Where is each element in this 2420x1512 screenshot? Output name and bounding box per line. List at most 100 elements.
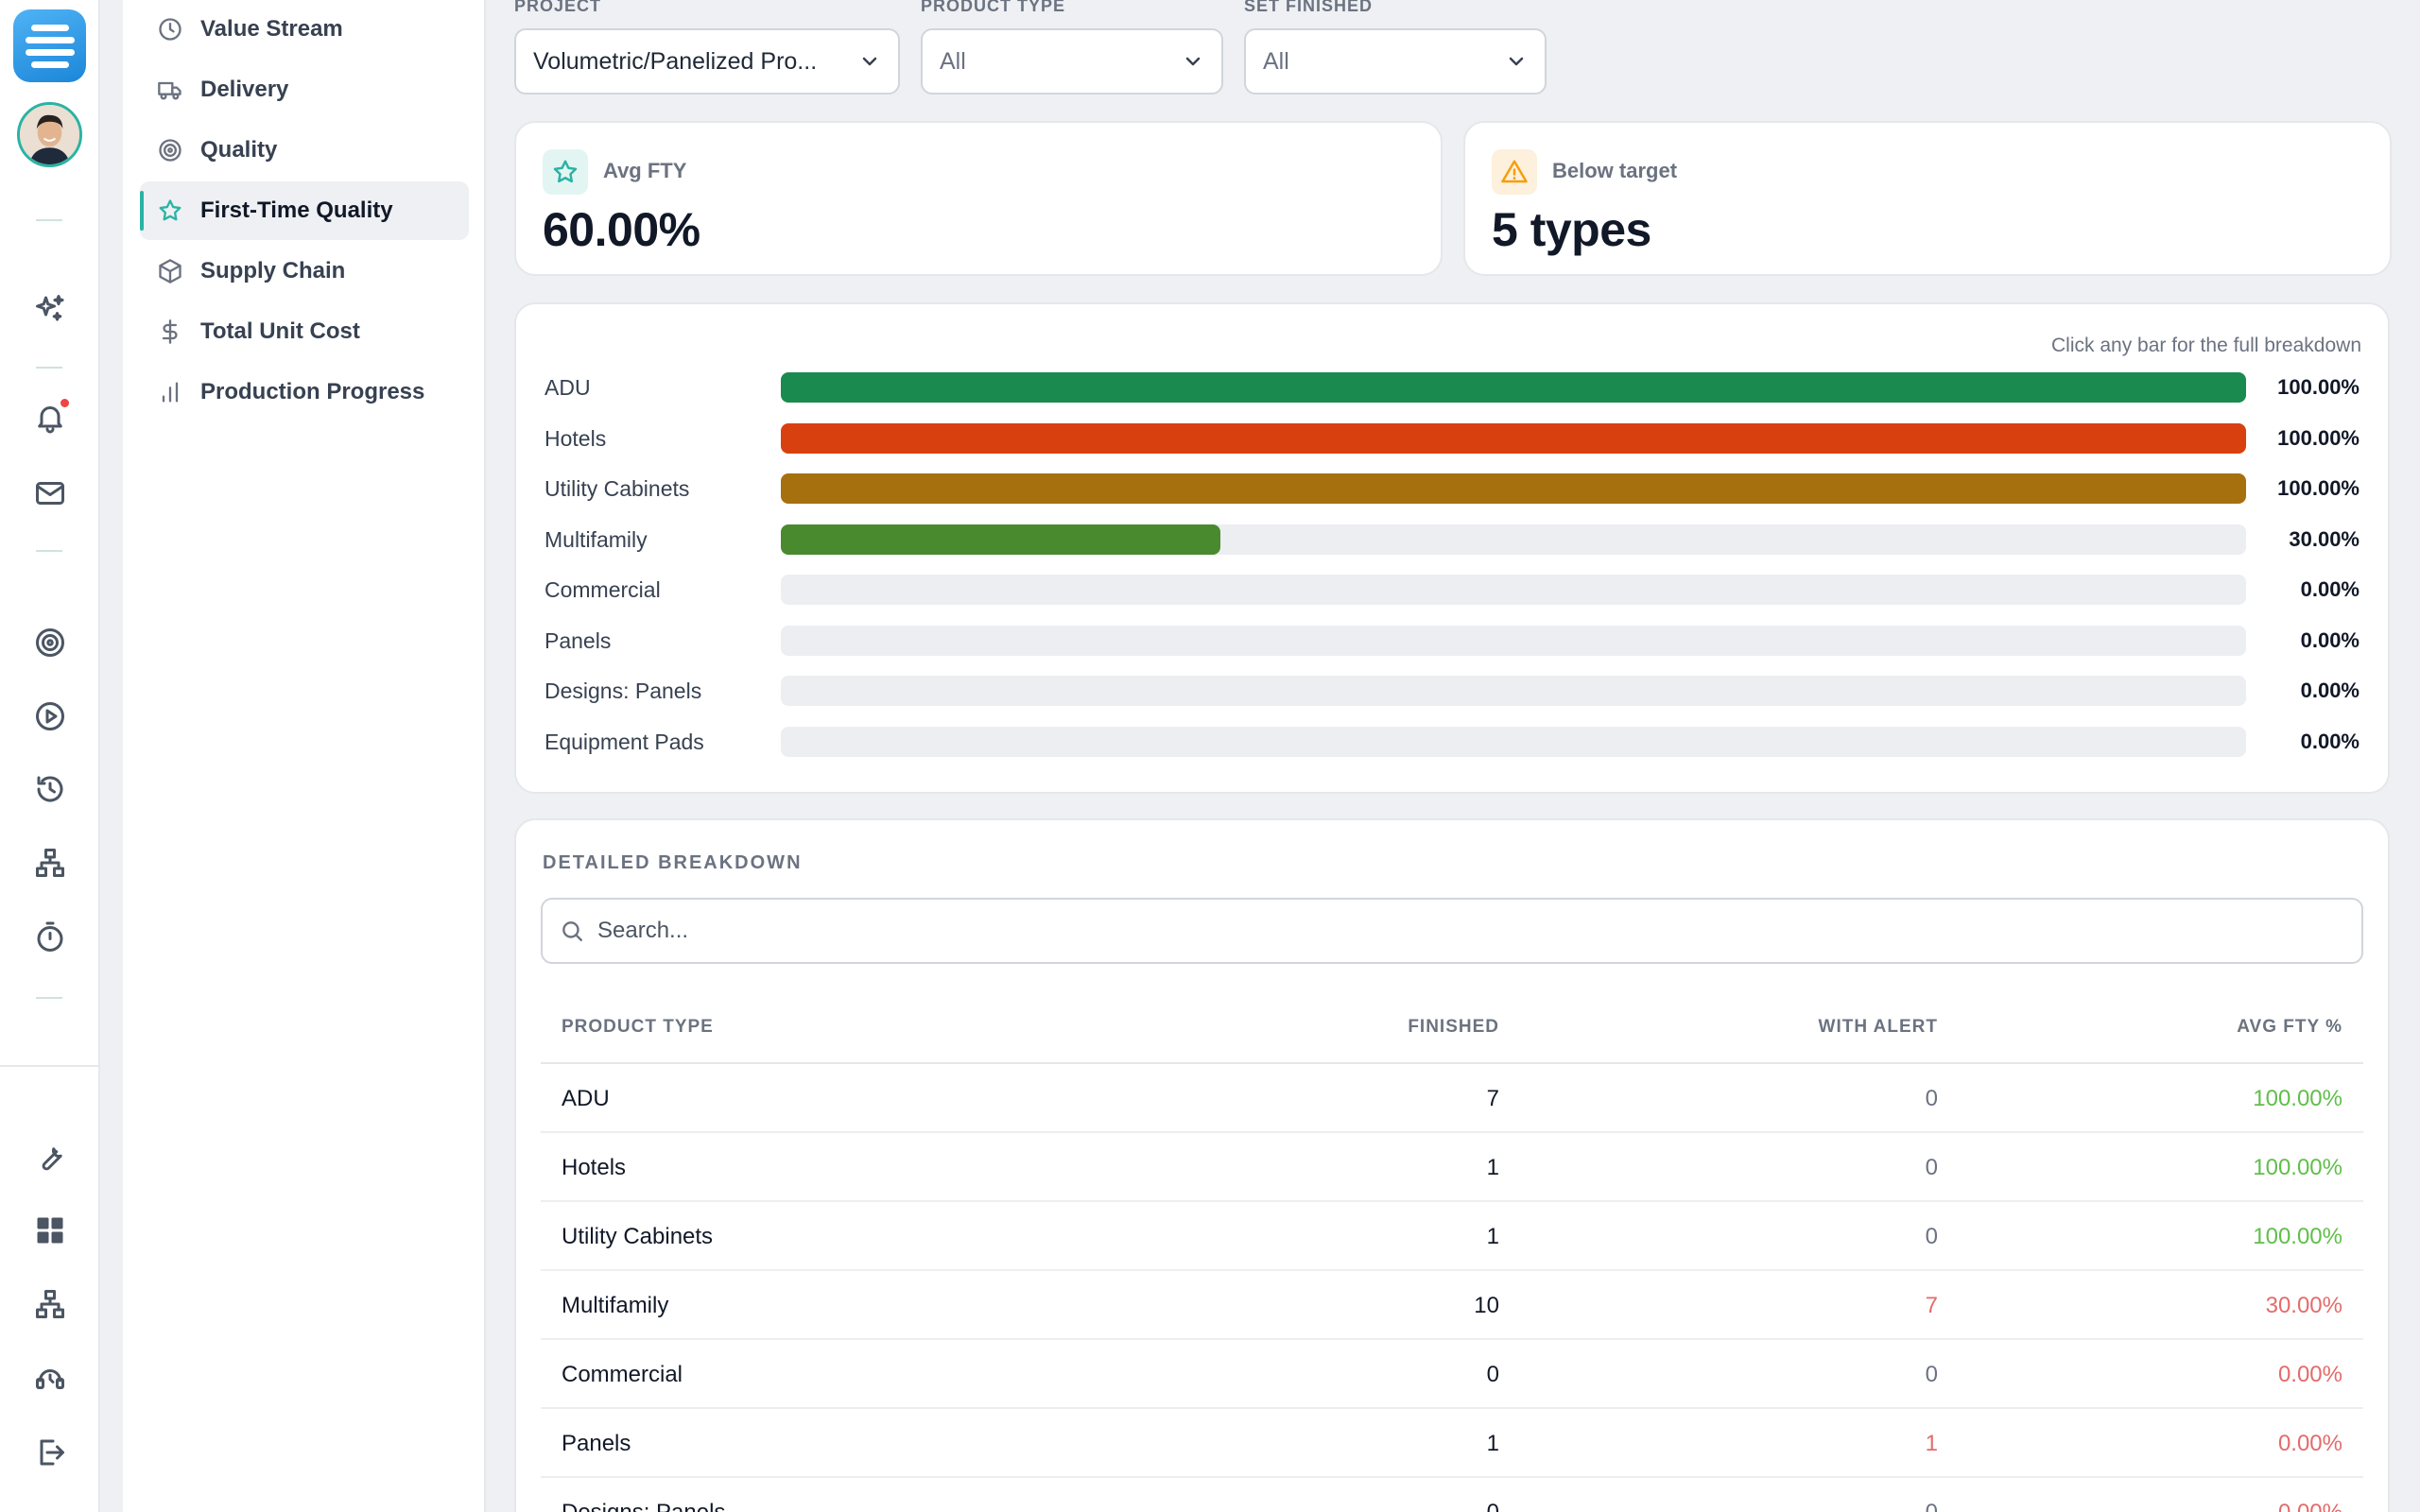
hierarchy-icon[interactable] bbox=[27, 840, 73, 885]
table-row[interactable]: Hotels 1 0 100.00% bbox=[541, 1133, 2363, 1202]
cell-with-alert: 7 bbox=[1925, 1293, 1938, 1318]
bar-track[interactable] bbox=[781, 676, 2246, 706]
bar-track[interactable] bbox=[781, 575, 2246, 605]
star-icon bbox=[543, 149, 588, 195]
table-header: PRODUCT TYPE FINISHED WITH ALERT AVG FTY… bbox=[541, 990, 2363, 1064]
bar-row[interactable]: Multifamily 30.00% bbox=[544, 524, 2360, 555]
search-box[interactable] bbox=[541, 898, 2363, 964]
set-finished-select-value: All bbox=[1263, 47, 1289, 75]
cell-product-type: ADU bbox=[562, 1086, 610, 1111]
cell-product-type: Commercial bbox=[562, 1362, 683, 1387]
table-row[interactable]: Panels 1 1 0.00% bbox=[541, 1409, 2363, 1478]
cell-with-alert: 0 bbox=[1925, 1086, 1938, 1111]
target-icon[interactable] bbox=[27, 620, 73, 665]
bar-value-label: 100.00% bbox=[2277, 425, 2360, 450]
play-circle-icon[interactable] bbox=[27, 694, 73, 739]
cell-avg-fty: 100.00% bbox=[2253, 1086, 2342, 1111]
table-body: ADU 7 0 100.00% Hotels 1 0 100.00% Utility Cabin… bbox=[541, 1064, 2363, 1512]
bar-value-label: 0.00% bbox=[2300, 627, 2360, 652]
cell-avg-fty: 100.00% bbox=[2253, 1224, 2342, 1249]
bar-label: Multifamily bbox=[544, 526, 648, 552]
bar[interactable] bbox=[781, 473, 2246, 504]
bar-row[interactable]: Hotels 100.00% bbox=[544, 422, 2360, 454]
avatar[interactable] bbox=[17, 102, 82, 167]
column-header-avg-fty[interactable]: AVG FTY % bbox=[2237, 990, 2342, 1064]
column-header-finished[interactable]: FINISHED bbox=[1408, 990, 1499, 1064]
dashboard-grid-icon[interactable] bbox=[27, 1208, 73, 1253]
bar[interactable] bbox=[781, 372, 2246, 403]
set-finished-select[interactable]: All bbox=[1244, 28, 1547, 94]
product-type-select[interactable]: All bbox=[921, 28, 1223, 94]
cell-avg-fty: 0.00% bbox=[2277, 1431, 2342, 1456]
wrench-icon[interactable] bbox=[27, 1134, 73, 1179]
bar-track[interactable] bbox=[781, 372, 2246, 403]
table-row[interactable]: Designs: Panels 0 0 0.00% bbox=[541, 1478, 2363, 1512]
sparkles-icon[interactable] bbox=[27, 286, 73, 332]
fty-bar-chart: Click any bar for the full breakdown ADU… bbox=[514, 302, 2390, 794]
project-filter-label: PROJECT bbox=[514, 0, 602, 15]
chevron-down-icon bbox=[1509, 57, 1524, 66]
nav-item-quality[interactable]: Quality bbox=[140, 121, 469, 180]
app-logo[interactable] bbox=[13, 9, 86, 82]
search-icon bbox=[562, 921, 582, 941]
bell-icon[interactable] bbox=[27, 395, 73, 440]
cell-avg-fty: 100.00% bbox=[2253, 1155, 2342, 1180]
bar-row[interactable]: Commercial 0.00% bbox=[544, 575, 2360, 605]
nav-item-delivery[interactable]: Delivery bbox=[140, 60, 469, 119]
cell-product-type: Multifamily bbox=[562, 1293, 669, 1318]
bar-label: Commercial bbox=[544, 577, 661, 602]
bar-label: Utility Cabinets bbox=[544, 476, 690, 501]
bar[interactable] bbox=[781, 422, 2246, 454]
divider bbox=[36, 550, 62, 552]
bar-row[interactable]: Utility Cabinets 100.00% bbox=[544, 473, 2360, 504]
column-header-product-type[interactable]: PRODUCT TYPE bbox=[562, 990, 714, 1064]
section-title: DETAILED BREAKDOWN bbox=[543, 852, 803, 873]
nav-item-production-progress[interactable]: Production Progress bbox=[140, 363, 469, 421]
chevron-down-icon bbox=[862, 57, 877, 66]
nav-item-value-stream[interactable]: Value Stream bbox=[140, 0, 469, 59]
column-header-with-alert[interactable]: WITH ALERT bbox=[1819, 990, 1938, 1064]
nav-item-total-unit-cost[interactable]: Total Unit Cost bbox=[140, 302, 469, 361]
table-row[interactable]: Utility Cabinets 1 0 100.00% bbox=[541, 1202, 2363, 1271]
bar-row[interactable]: Equipment Pads 0.00% bbox=[544, 726, 2360, 757]
table-row[interactable]: Commercial 0 0 0.00% bbox=[541, 1340, 2363, 1409]
logout-icon[interactable] bbox=[27, 1430, 73, 1475]
bar[interactable] bbox=[781, 524, 1220, 555]
main-content: PROJECT Volumetric/Panelized Pro... PROD… bbox=[486, 0, 2420, 1512]
bar-row[interactable]: ADU 100.00% bbox=[544, 372, 2360, 403]
bar-track[interactable] bbox=[781, 473, 2246, 504]
chevron-down-icon bbox=[1185, 57, 1201, 66]
clock-icon bbox=[159, 18, 182, 41]
cell-product-type: Designs: Panels bbox=[562, 1478, 725, 1512]
nav-item-supply-chain[interactable]: Supply Chain bbox=[140, 242, 469, 301]
bar-track[interactable] bbox=[781, 726, 2246, 757]
bar-value-label: 30.00% bbox=[2289, 526, 2360, 551]
detailed-breakdown-card: DETAILED BREAKDOWN PRODUCT TYPE FINISHED… bbox=[514, 818, 2390, 1512]
history-icon[interactable] bbox=[27, 766, 73, 812]
table-row[interactable]: Multifamily 10 7 30.00% bbox=[541, 1271, 2363, 1340]
kpi-card-below-target: Below target 5 types bbox=[1463, 121, 2392, 276]
product-type-select-value: All bbox=[940, 47, 966, 75]
bar-row[interactable]: Designs: Panels 0.00% bbox=[544, 676, 2360, 706]
bar-track[interactable] bbox=[781, 422, 2246, 454]
cell-product-type: Utility Cabinets bbox=[562, 1224, 714, 1249]
project-select[interactable]: Volumetric/Panelized Pro... bbox=[514, 28, 900, 94]
cell-product-type: Panels bbox=[562, 1431, 631, 1456]
bar-value-label: 0.00% bbox=[2300, 577, 2360, 601]
bar-row[interactable]: Panels 0.00% bbox=[544, 625, 2360, 656]
table-row[interactable]: ADU 7 0 100.00% bbox=[541, 1064, 2363, 1133]
nav-item-first-time-quality[interactable]: First-Time Quality bbox=[140, 181, 469, 240]
org-chart-icon[interactable] bbox=[27, 1281, 73, 1327]
support-icon[interactable] bbox=[27, 1355, 73, 1400]
bar-track[interactable] bbox=[781, 625, 2246, 656]
divider bbox=[0, 1065, 100, 1067]
nav-item-label: Supply Chain bbox=[200, 258, 346, 284]
bar-track[interactable] bbox=[781, 524, 2246, 555]
cell-finished: 7 bbox=[1486, 1086, 1499, 1111]
search-input[interactable] bbox=[597, 918, 2361, 944]
box-icon bbox=[159, 259, 182, 284]
mail-icon[interactable] bbox=[27, 471, 73, 516]
set-finished-filter-label: SET FINISHED bbox=[1244, 0, 1374, 15]
product-type-filter-label: PRODUCT TYPE bbox=[921, 0, 1066, 15]
stopwatch-icon[interactable] bbox=[27, 915, 73, 960]
